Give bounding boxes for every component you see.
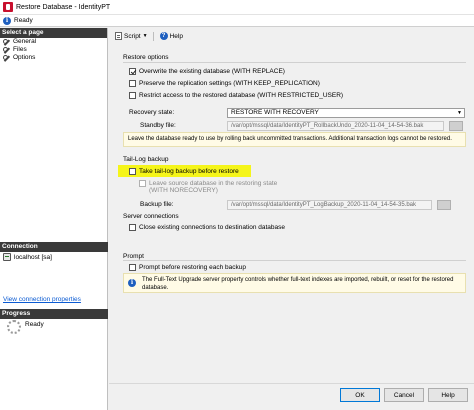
- take-tail-label: Take tail-log backup before restore: [139, 168, 239, 175]
- fulltext-info-line-2: database.: [142, 285, 169, 291]
- progress-status: Ready: [25, 321, 44, 328]
- page-options[interactable]: Options: [0, 54, 107, 62]
- page-files-label: Files: [13, 46, 27, 53]
- script-label: Script: [124, 32, 141, 40]
- backup-browse-button[interactable]: [437, 200, 451, 210]
- view-connection-properties-link[interactable]: View connection properties: [3, 296, 81, 303]
- fulltext-info-line-1: The Full-Text Upgrade server property co…: [142, 277, 454, 283]
- page-files[interactable]: Files: [0, 46, 107, 54]
- prompt-before-checkbox[interactable]: [129, 264, 136, 271]
- select-page-header: Select a page: [0, 28, 107, 38]
- standby-file-label: Standby file:: [140, 122, 176, 129]
- options-panel: Restore options Overwrite the existing d…: [109, 42, 474, 382]
- server-connections-label: Server connections: [123, 213, 179, 220]
- prompt-label: Prompt: [123, 253, 144, 260]
- recovery-note: Leave the database ready to use by rolli…: [123, 132, 466, 147]
- toolbar-divider: [152, 31, 154, 41]
- wrench-icon: [3, 38, 10, 46]
- app-icon: [3, 2, 13, 12]
- backup-file-label: Backup file:: [140, 201, 174, 208]
- recovery-note-text: Leave the database ready to use by rolli…: [128, 136, 452, 142]
- divider: [123, 62, 466, 63]
- left-pane: Select a page General Files Options: [0, 28, 108, 410]
- page-options-label: Options: [13, 54, 36, 61]
- info-icon: i: [3, 16, 11, 25]
- take-tail-checkbox[interactable]: [129, 168, 136, 175]
- leave-source-label: Leave source database in the restoring s…: [149, 180, 278, 187]
- connection-server: localhost [sa]: [3, 253, 52, 261]
- recovery-state-select[interactable]: RESTORE WITH RECOVERY ▼: [227, 108, 465, 118]
- window-title: Restore Database - IdentityPT: [16, 3, 111, 11]
- progress-spinner-icon: [7, 320, 21, 334]
- preserve-checkbox[interactable]: [129, 80, 136, 87]
- divider: [123, 260, 466, 261]
- server-name: localhost [sa]: [14, 253, 52, 261]
- prompt-before-label: Prompt before restoring each backup: [139, 264, 246, 271]
- recovery-state-value: RESTORE WITH RECOVERY: [231, 109, 319, 116]
- page-general-label: General: [13, 38, 37, 45]
- ok-button[interactable]: OK: [340, 388, 380, 402]
- close-connections-label: Close existing connections to destinatio…: [139, 224, 285, 231]
- overwrite-option[interactable]: Overwrite the existing database (WITH RE…: [129, 67, 285, 76]
- chevron-down-icon: ▼: [457, 110, 462, 116]
- restrict-label: Restrict access to the restored database…: [139, 92, 344, 99]
- leave-source-checkbox[interactable]: [139, 180, 146, 187]
- recovery-state-label: Recovery state:: [129, 109, 175, 116]
- wrench-icon: [3, 46, 10, 54]
- chevron-down-icon: ▼: [142, 33, 148, 39]
- wrench-icon: [3, 54, 10, 62]
- progress-header: Progress: [0, 309, 108, 319]
- backup-file-field[interactable]: /var/opt/mssql/data/IdentityPT_LogBackup…: [227, 200, 432, 210]
- script-icon: [115, 32, 122, 40]
- cancel-button[interactable]: Cancel: [384, 388, 424, 402]
- connection-header: Connection: [0, 242, 108, 252]
- help-toolbar-button[interactable]: ? Help: [159, 32, 183, 40]
- leave-source-label-2: (WITH NORECOVERY): [149, 187, 218, 194]
- preserve-option[interactable]: Preserve the replication settings (WITH …: [129, 79, 320, 88]
- standby-browse-button[interactable]: [449, 121, 463, 131]
- overwrite-label: Overwrite the existing database (WITH RE…: [139, 68, 285, 75]
- help-button[interactable]: Help: [428, 388, 468, 402]
- status-bar: i Ready: [0, 15, 474, 27]
- info-icon: i: [128, 279, 136, 287]
- help-label: Help: [169, 32, 183, 40]
- preserve-label: Preserve the replication settings (WITH …: [139, 80, 320, 87]
- page-general[interactable]: General: [0, 38, 107, 46]
- restrict-option[interactable]: Restrict access to the restored database…: [129, 91, 343, 100]
- script-button[interactable]: Script ▼: [115, 32, 148, 40]
- status-text: Ready: [14, 17, 33, 24]
- server-icon: [3, 253, 11, 261]
- close-connections-option[interactable]: Close existing connections to destinatio…: [129, 223, 285, 232]
- title-bar: Restore Database - IdentityPT: [0, 0, 474, 15]
- restore-options-label: Restore options: [123, 54, 169, 61]
- restrict-checkbox[interactable]: [129, 92, 136, 99]
- close-connections-checkbox[interactable]: [129, 224, 136, 231]
- help-icon: ?: [159, 32, 168, 40]
- standby-file-field[interactable]: /var/opt/mssql/data/IdentityPT_RollbackU…: [227, 121, 444, 131]
- tail-log-label: Tail-Log backup: [123, 156, 169, 163]
- take-tail-option[interactable]: Take tail-log backup before restore: [129, 167, 239, 176]
- fulltext-info-box: i The Full-Text Upgrade server property …: [123, 273, 466, 293]
- overwrite-checkbox[interactable]: [129, 68, 136, 75]
- toolbar: Script ▼ ? Help: [109, 31, 183, 41]
- prompt-before-option[interactable]: Prompt before restoring each backup: [129, 263, 246, 272]
